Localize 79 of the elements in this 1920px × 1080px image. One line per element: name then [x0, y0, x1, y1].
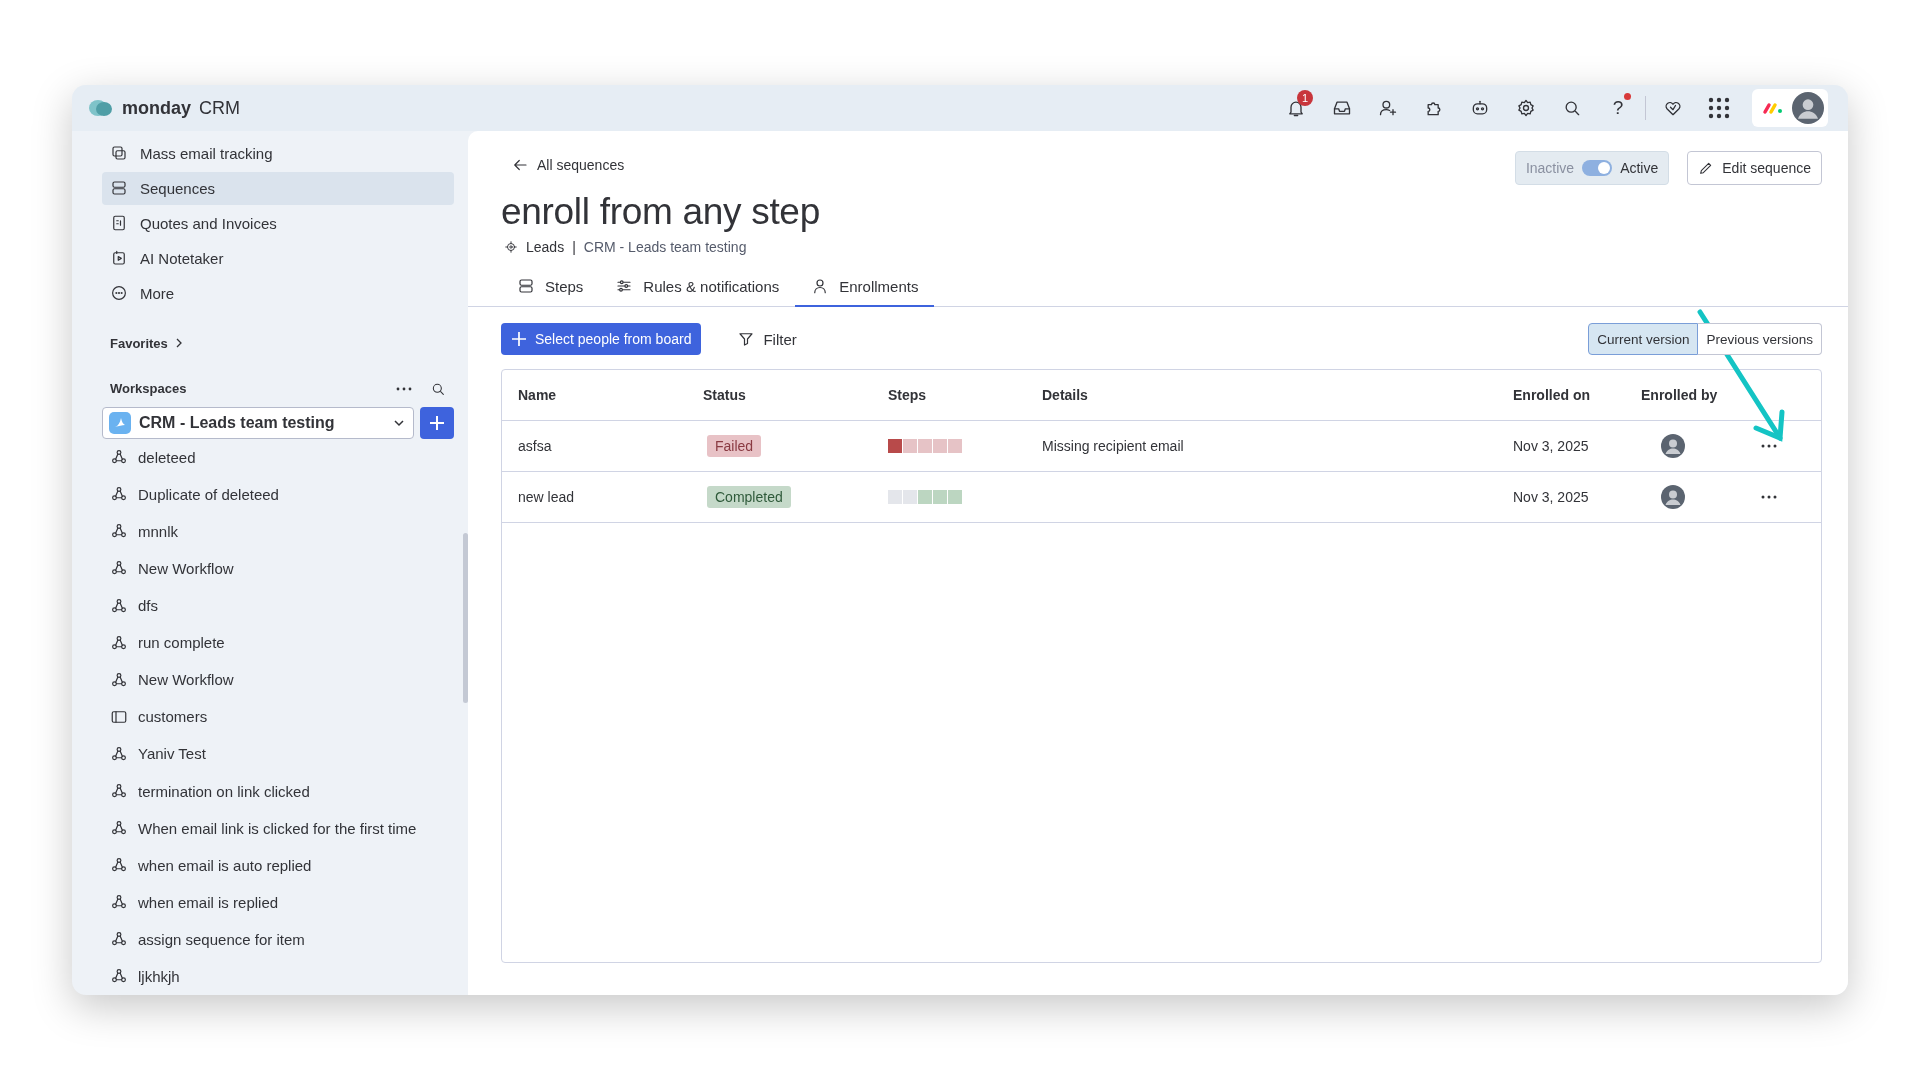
- table-cell-text: asfsa: [518, 438, 553, 454]
- tab[interactable]: Rules & notifications: [599, 267, 796, 307]
- sidebar-item[interactable]: Sequences: [102, 171, 454, 205]
- avatar-icon: [1792, 92, 1824, 124]
- back-link[interactable]: All sequences: [511, 156, 625, 174]
- filter-icon: [737, 330, 756, 348]
- add-button[interactable]: [420, 406, 454, 439]
- page-title: enroll from any step: [501, 191, 821, 233]
- board-item[interactable]: assign sequence for item: [102, 920, 454, 958]
- sliders-icon: [615, 277, 634, 295]
- target-icon: [504, 240, 518, 254]
- more-icon: [110, 284, 128, 303]
- workflow-icon: [110, 596, 128, 615]
- sidebar-item[interactable]: More: [102, 276, 454, 310]
- board-item[interactable]: when email is replied: [102, 883, 454, 921]
- workflow-icon: [110, 782, 128, 800]
- edit-sequence-button[interactable]: Edit sequence: [1687, 151, 1822, 185]
- status-tag: Failed: [707, 435, 762, 457]
- column-header: Details: [1042, 387, 1089, 403]
- sidebar-item[interactable]: Quotes and Invoices: [102, 206, 454, 240]
- board-item[interactable]: Duplicate of deleteed: [102, 475, 454, 513]
- select-people-button[interactable]: Select people from board: [501, 323, 702, 355]
- more-icon[interactable]: [1761, 444, 1777, 448]
- avatar-icon: [1661, 434, 1685, 458]
- product-name: CRM: [199, 97, 240, 119]
- board-item[interactable]: customers: [102, 698, 454, 736]
- column-header: Enrolled on: [1513, 387, 1591, 403]
- board-item[interactable]: New Workflow: [102, 549, 454, 587]
- column-header: Name: [518, 387, 558, 403]
- brand-marks-icon: [1762, 101, 1784, 115]
- tab[interactable]: Steps: [501, 267, 600, 307]
- more-icon[interactable]: [396, 386, 412, 391]
- table-cell-text: Nov 3, 2025: [1513, 489, 1590, 505]
- workspace-icon: [109, 411, 131, 434]
- tab[interactable]: Enrollments: [795, 267, 935, 307]
- status-tag: Completed: [707, 486, 791, 508]
- sidebar-item[interactable]: AI Notetaker: [102, 241, 454, 275]
- workspace-dropdown[interactable]: CRM - Leads team testing: [102, 406, 414, 439]
- more-icon[interactable]: [1761, 495, 1777, 499]
- board-item[interactable]: when email is auto replied: [102, 846, 454, 884]
- workspace-label: CRM - Leads team testing: [583, 239, 747, 255]
- version-tab[interactable]: Previous versions: [1698, 323, 1822, 355]
- table-cell-text: Nov 3, 2025: [1513, 438, 1590, 454]
- board-item[interactable]: New Workflow: [102, 661, 454, 699]
- board-item[interactable]: Yaniv Test: [102, 735, 454, 773]
- board-item[interactable]: dfs: [102, 587, 454, 625]
- table-cell-text: new lead: [518, 489, 576, 505]
- active-toggle[interactable]: Inactive Active: [1514, 151, 1670, 185]
- board-item[interactable]: deleteed: [102, 438, 454, 476]
- board-item[interactable]: run complete: [102, 624, 454, 662]
- version-tab[interactable]: Current version: [1588, 323, 1699, 355]
- app-logo-text: monday: [122, 97, 191, 119]
- separator-text: |: [572, 239, 576, 255]
- plus-icon: [428, 413, 446, 432]
- notification-badge: 1: [1297, 90, 1313, 106]
- workflow-icon: [110, 670, 128, 689]
- favorites-heading[interactable]: Favorites: [110, 335, 168, 351]
- board-item[interactable]: ljkhkjh: [102, 957, 454, 995]
- plus-icon: [511, 331, 527, 347]
- notifications-button[interactable]: 1: [1273, 90, 1319, 126]
- board-item[interactable]: mnnlk: [102, 512, 454, 550]
- column-header: Steps: [888, 387, 928, 403]
- stack-icon: [110, 179, 128, 198]
- filter-button[interactable]: Filter: [713, 323, 805, 355]
- workspaces-heading: Workspaces: [110, 381, 187, 397]
- table-cell-text: Missing recipient email: [1042, 438, 1185, 454]
- workflow-icon: [110, 744, 128, 763]
- board-item[interactable]: termination on link clicked: [102, 772, 454, 810]
- stack-icon: [517, 277, 535, 295]
- workflow-icon: [110, 633, 128, 652]
- sidebar-item[interactable]: Mass email tracking: [102, 137, 454, 170]
- board-item[interactable]: When email link is clicked for the first time: [102, 809, 454, 847]
- column-header: Enrolled by: [1641, 387, 1719, 403]
- entity-label: Leads: [526, 239, 565, 255]
- avatar-icon: [1661, 485, 1685, 509]
- help-button[interactable]: ?: [1595, 90, 1641, 126]
- column-header: Status: [703, 387, 747, 403]
- scrollbar[interactable]: [463, 533, 468, 703]
- logo-icon: [88, 98, 114, 118]
